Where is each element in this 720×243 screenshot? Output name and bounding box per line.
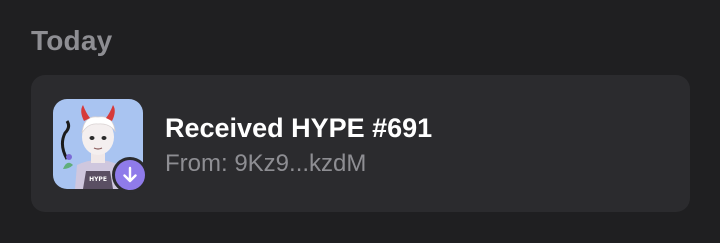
nft-thumbnail-wrapper: HYPE [53, 99, 148, 193]
activity-text: Received HYPE #691 From: 9Kz9...kzdM [165, 111, 432, 179]
activity-title: Received HYPE #691 [165, 113, 433, 143]
received-badge [112, 157, 148, 193]
activity-sender: From: 9Kz9...kzdM [165, 150, 367, 177]
activity-item-card[interactable]: HYPE Received HYPE #691 From: 9Kz9...kzd… [31, 75, 690, 212]
section-header-today: Today [31, 25, 113, 56]
activity-page: Today HYPE Received HYPE #691 From: 9Kz9… [0, 0, 720, 243]
arrow-down-icon [123, 166, 137, 183]
svg-text:HYPE: HYPE [89, 176, 107, 183]
